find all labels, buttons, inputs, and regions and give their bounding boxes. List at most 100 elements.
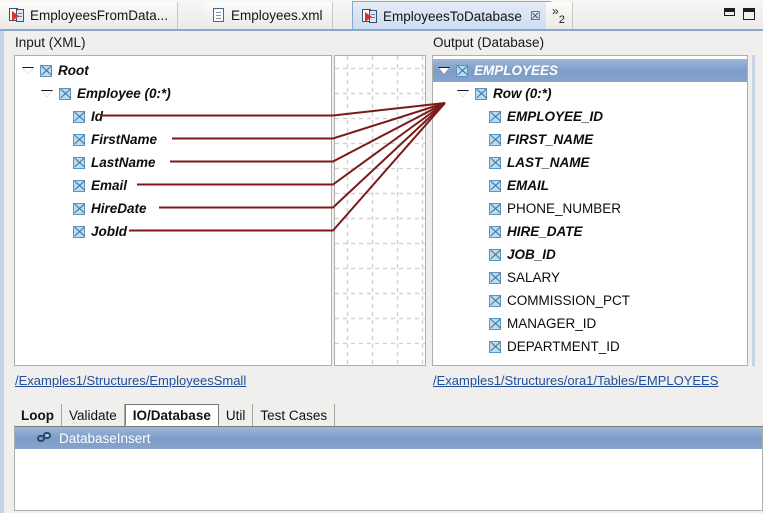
node-checkbox[interactable] bbox=[73, 111, 85, 123]
node-checkbox[interactable] bbox=[73, 134, 85, 146]
tree-node-label: LAST_NAME bbox=[507, 155, 590, 170]
tree-node[interactable]: Id bbox=[15, 105, 103, 128]
tree-node[interactable]: SALARY bbox=[433, 266, 560, 289]
tree-node[interactable]: EMPLOYEES bbox=[433, 59, 747, 82]
tree-node-label: EMPLOYEES bbox=[474, 63, 558, 78]
window-controls bbox=[724, 8, 755, 20]
tree-node[interactable]: EMAIL bbox=[433, 174, 549, 197]
tree-node-label: HIRE_DATE bbox=[507, 224, 583, 239]
input-structure-link[interactable]: /Examples1/Structures/EmployeesSmall bbox=[15, 373, 246, 388]
bottom-rule-list[interactable]: DatabaseInsert bbox=[14, 426, 763, 511]
tab-label: EmployeesFromData... bbox=[30, 8, 168, 23]
xml-mapping-editor-window: EmployeesFromData... Employees.xml Emplo… bbox=[0, 0, 763, 513]
node-checkbox[interactable] bbox=[489, 272, 501, 284]
tree-node-label: FIRST_NAME bbox=[507, 132, 593, 147]
tree-node[interactable]: MANAGER_ID bbox=[433, 312, 596, 335]
tree-node[interactable]: FIRST_NAME bbox=[433, 128, 593, 151]
tree-node-label: JobId bbox=[91, 224, 127, 239]
editor-tab-bar: EmployeesFromData... Employees.xml Emplo… bbox=[0, 0, 763, 31]
node-checkbox[interactable] bbox=[489, 341, 501, 353]
tree-node[interactable]: LastName bbox=[15, 151, 156, 174]
node-checkbox[interactable] bbox=[73, 226, 85, 238]
xml-document-icon bbox=[212, 8, 225, 23]
tab-label: Employees.xml bbox=[231, 8, 323, 23]
tab-employees-from-database[interactable]: EmployeesFromData... bbox=[0, 2, 178, 29]
link-chain-icon bbox=[37, 432, 52, 444]
node-checkbox[interactable] bbox=[489, 295, 501, 307]
tree-node[interactable]: COMMISSION_PCT bbox=[433, 289, 630, 312]
maximize-icon[interactable] bbox=[743, 8, 755, 20]
output-panel-scrollbar[interactable] bbox=[752, 55, 755, 366]
tree-node-label: Row (0:*) bbox=[493, 86, 552, 101]
node-checkbox[interactable] bbox=[59, 88, 71, 100]
mapping-canvas[interactable] bbox=[334, 55, 426, 366]
tree-node[interactable]: HireDate bbox=[15, 197, 147, 220]
tree-node[interactable]: JOB_ID bbox=[433, 243, 556, 266]
tree-node-label: Employee (0:*) bbox=[77, 86, 171, 101]
tree-node-label: Id bbox=[91, 109, 103, 124]
tree-node-label: COMMISSION_PCT bbox=[507, 293, 630, 308]
tree-node-label: SALARY bbox=[507, 270, 560, 285]
node-checkbox[interactable] bbox=[475, 88, 487, 100]
tree-node[interactable]: EMPLOYEE_ID bbox=[433, 105, 603, 128]
tree-node-label: DEPARTMENT_ID bbox=[507, 339, 620, 354]
bottom-tab-loop[interactable]: Loop bbox=[14, 404, 62, 426]
tree-node-label: JOB_ID bbox=[507, 247, 556, 262]
minimize-icon[interactable] bbox=[724, 8, 735, 16]
node-checkbox[interactable] bbox=[73, 203, 85, 215]
bottom-tab-util[interactable]: Util bbox=[219, 404, 254, 426]
close-icon[interactable]: ☒ bbox=[530, 10, 541, 22]
bottom-tab-validate[interactable]: Validate bbox=[62, 404, 125, 426]
tree-node[interactable]: DEPARTMENT_ID bbox=[433, 335, 620, 358]
tree-node-label: Root bbox=[58, 63, 89, 78]
tree-node[interactable]: LAST_NAME bbox=[433, 151, 590, 174]
bottom-tab-test-cases[interactable]: Test Cases bbox=[253, 404, 335, 426]
expand-arrow-icon[interactable] bbox=[23, 68, 33, 74]
node-checkbox[interactable] bbox=[489, 203, 501, 215]
output-structure-link[interactable]: /Examples1/Structures/ora1/Tables/EMPLOY… bbox=[433, 373, 718, 388]
tree-node[interactable]: PHONE_NUMBER bbox=[433, 197, 621, 220]
node-checkbox[interactable] bbox=[489, 249, 501, 261]
tree-node-label: PHONE_NUMBER bbox=[507, 201, 621, 216]
rule-row[interactable]: DatabaseInsert bbox=[15, 427, 762, 449]
tree-node[interactable]: Email bbox=[15, 174, 127, 197]
expand-arrow-icon[interactable] bbox=[439, 68, 449, 74]
tab-employees-xml[interactable]: Employees.xml bbox=[203, 2, 333, 29]
doc-arrow-icon bbox=[9, 8, 24, 23]
node-checkbox[interactable] bbox=[489, 226, 501, 238]
output-tree[interactable]: EMPLOYEES Row (0:*) EMPLOYEE_ID FIRST_NAME L… bbox=[432, 55, 748, 366]
tree-node-label: Email bbox=[91, 178, 127, 193]
bottom-panel: LoopValidateIO/DatabaseUtilTest Cases Da… bbox=[0, 402, 763, 513]
tree-node-label: HireDate bbox=[91, 201, 147, 216]
rule-row-label: DatabaseInsert bbox=[59, 431, 151, 446]
node-checkbox[interactable] bbox=[489, 318, 501, 330]
expand-arrow-icon[interactable] bbox=[42, 91, 52, 97]
chevron-double-right-icon: » bbox=[552, 4, 559, 18]
node-checkbox[interactable] bbox=[73, 157, 85, 169]
node-checkbox[interactable] bbox=[489, 111, 501, 123]
input-panel-title: Input (XML) bbox=[15, 35, 86, 50]
tab-employees-to-database[interactable]: EmployeesToDatabase ☒ bbox=[352, 1, 551, 30]
tree-node[interactable]: Root bbox=[15, 59, 89, 82]
tree-node-label: LastName bbox=[91, 155, 156, 170]
expand-arrow-icon[interactable] bbox=[458, 91, 468, 97]
tab-label: EmployeesToDatabase bbox=[383, 9, 522, 24]
node-checkbox[interactable] bbox=[40, 65, 52, 77]
tree-node-label: EMAIL bbox=[507, 178, 549, 193]
tree-node[interactable]: Employee (0:*) bbox=[15, 82, 171, 105]
tab-overflow-button[interactable]: » 2 bbox=[546, 2, 573, 29]
tree-node[interactable]: FirstName bbox=[15, 128, 157, 151]
mapping-grid bbox=[335, 56, 425, 365]
tree-node[interactable]: Row (0:*) bbox=[433, 82, 552, 105]
node-checkbox[interactable] bbox=[456, 65, 468, 77]
tree-node[interactable]: JobId bbox=[15, 220, 127, 243]
node-checkbox[interactable] bbox=[73, 180, 85, 192]
bottom-tab-io-database[interactable]: IO/Database bbox=[125, 404, 219, 426]
node-checkbox[interactable] bbox=[489, 157, 501, 169]
input-tree[interactable]: Root Employee (0:*) Id FirstName LastName Ema… bbox=[14, 55, 332, 366]
doc-arrow-icon bbox=[362, 9, 377, 24]
node-checkbox[interactable] bbox=[489, 134, 501, 146]
tree-node[interactable]: HIRE_DATE bbox=[433, 220, 583, 243]
mapper-area: Input (XML) Output (Database) RootEmploy… bbox=[0, 31, 763, 402]
node-checkbox[interactable] bbox=[489, 180, 501, 192]
